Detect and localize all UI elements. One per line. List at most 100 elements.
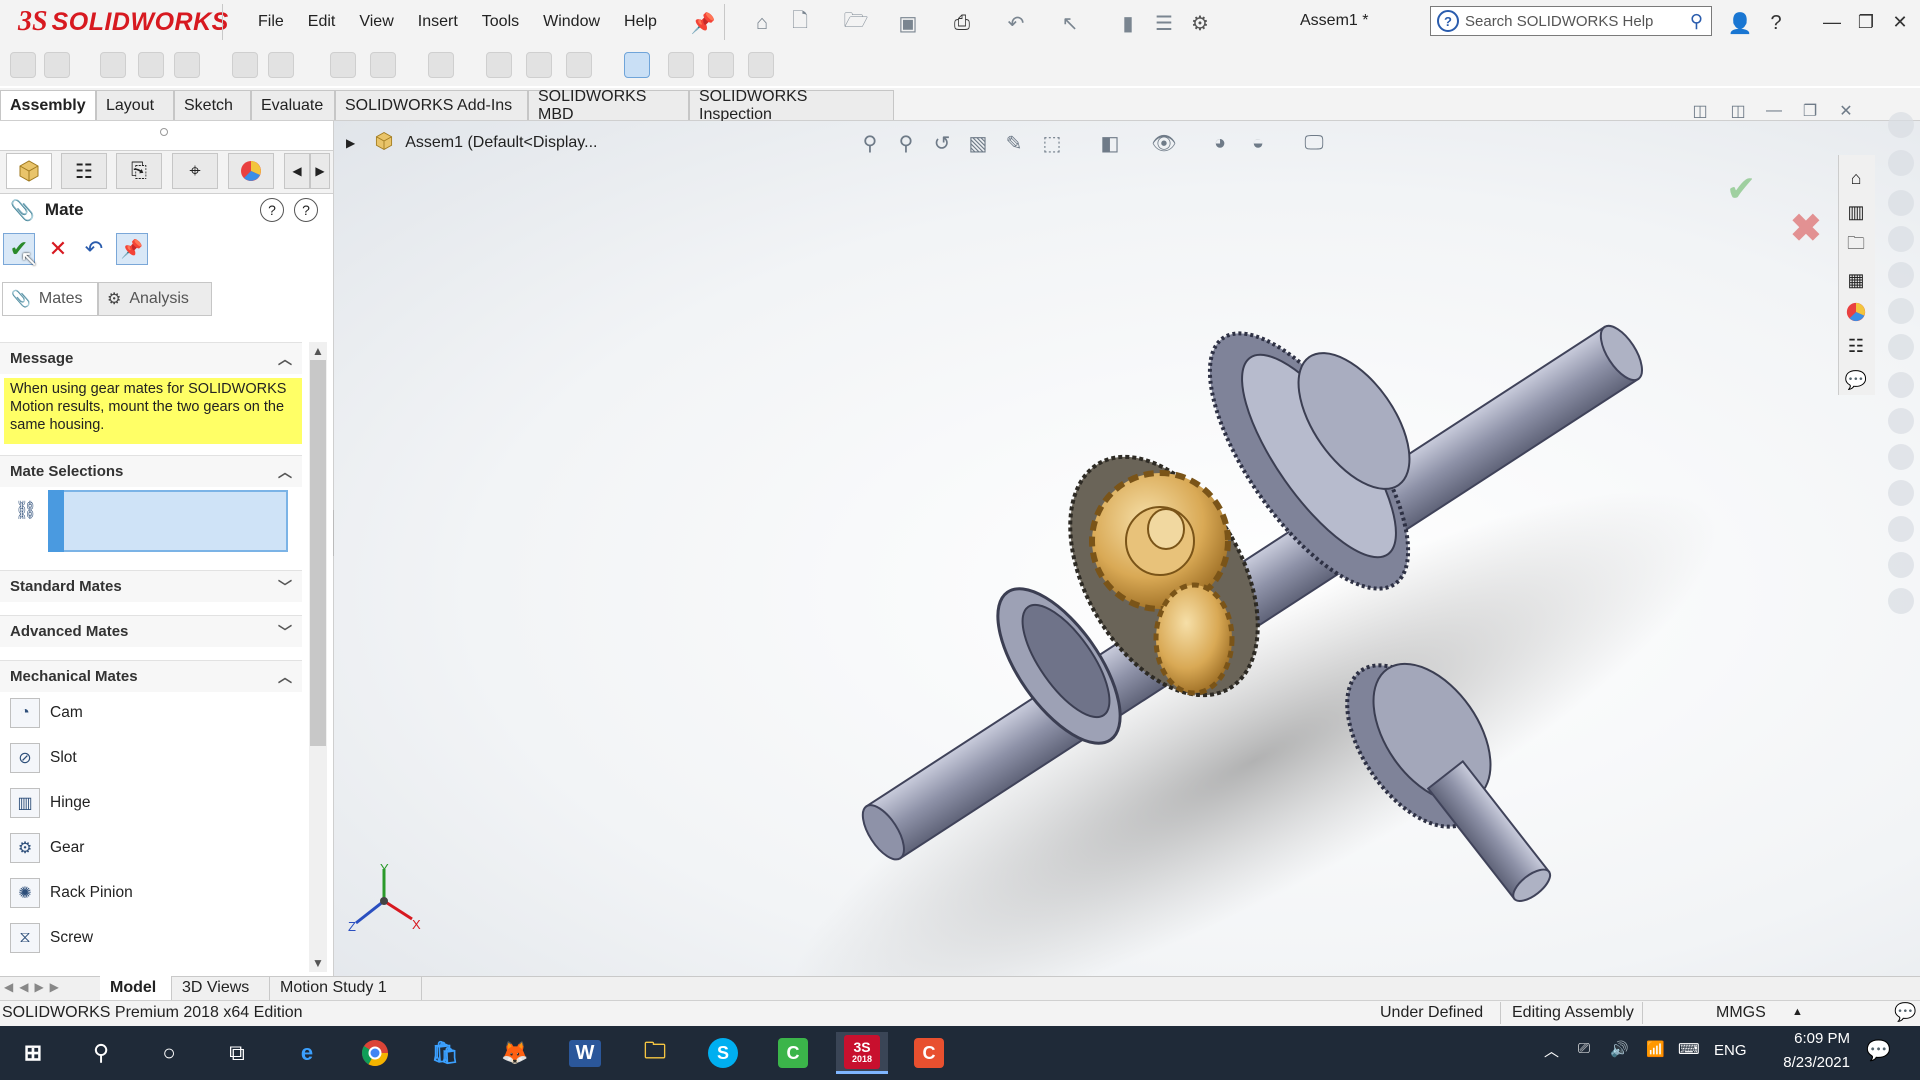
restore-icon[interactable]: ❐ [1852, 8, 1880, 36]
zoom-to-area-icon[interactable]: ⚲ [892, 130, 920, 156]
word-icon[interactable]: W [562, 1032, 608, 1074]
faded-tool-icon[interactable] [1888, 516, 1914, 542]
cortana-icon[interactable]: ○ [146, 1032, 192, 1074]
message-group-header[interactable]: Message ︿ [0, 342, 302, 374]
tab-assembly[interactable]: Assembly [0, 90, 96, 120]
windows-start-icon[interactable]: ⊞ [10, 1032, 56, 1074]
mate-option-slot[interactable]: ⊘ Slot [10, 741, 77, 775]
clock-date[interactable]: 8/23/2021 [1770, 1054, 1850, 1071]
view-palette-icon[interactable]: ▦ [1842, 266, 1870, 294]
zoom-to-fit-icon[interactable]: ⚲ [856, 130, 884, 156]
confirm-corner-check-icon[interactable]: ✔ [1726, 168, 1756, 210]
insert-components-icon[interactable] [10, 52, 36, 78]
network-icon[interactable]: 📶 [1646, 1040, 1665, 1058]
faded-tool-icon[interactable] [1888, 190, 1914, 216]
faded-tool-icon[interactable] [1888, 588, 1914, 614]
tab-solidworks-mbd[interactable]: SOLIDWORKS MBD [528, 88, 689, 123]
configuration-manager-tab-icon[interactable]: ⎘ [116, 153, 162, 189]
confirm-corner-cancel-icon[interactable]: ✖ [1790, 206, 1822, 251]
mate-option-gear[interactable]: ⚙ Gear [10, 831, 84, 865]
cancel-x-button[interactable]: ✕ [42, 233, 74, 265]
print-icon[interactable]: ⎙ [948, 9, 976, 37]
keep-visible-pin-button[interactable]: 📌 [116, 233, 148, 265]
menu-view[interactable]: View [347, 13, 405, 31]
options-gear-icon[interactable]: ⚙ [1186, 9, 1214, 37]
show-hidden-icon[interactable] [268, 52, 294, 78]
microsoft-store-icon[interactable]: 🛍 [422, 1032, 468, 1074]
dynamic-annotation-icon[interactable]: ✎ [1000, 130, 1028, 156]
undo-button[interactable]: ↶ [78, 233, 110, 265]
new-motion-study-icon[interactable] [428, 52, 454, 78]
open-folder-icon[interactable]: 🗁 [840, 9, 872, 37]
mate-option-screw[interactable]: ⧖ Screw [10, 921, 93, 955]
solidworks-taskbar-icon[interactable]: 3S 2018 [836, 1032, 888, 1074]
property-manager-tab-icon[interactable]: ☷ [61, 153, 107, 189]
custom-properties-icon[interactable]: ☷ [1842, 332, 1870, 360]
new-part-icon[interactable] [44, 52, 70, 78]
faded-tool-icon[interactable] [1888, 150, 1914, 176]
instant3d-icon[interactable] [624, 52, 650, 78]
standard-mates-group-header[interactable]: Standard Mates ﹀ [0, 570, 302, 602]
pin-menu-icon[interactable]: 📌 [690, 10, 716, 36]
undo-icon[interactable]: ↶ [1002, 9, 1030, 37]
advanced-mates-group-header[interactable]: Advanced Mates ﹀ [0, 615, 302, 647]
tab-evaluate[interactable]: Evaluate [251, 90, 335, 120]
minimize-icon[interactable]: — [1818, 8, 1846, 36]
scroll-down-icon[interactable]: ▼ [312, 956, 324, 970]
mate-selections-group-header[interactable]: Mate Selections ︿ [0, 455, 302, 487]
firefox-icon[interactable]: 🦊 [492, 1032, 538, 1074]
mate-option-hinge[interactable]: ▥ Hinge [10, 786, 91, 820]
feature-tree-flyout[interactable]: ▶ Assem1 (Default<Display... [346, 128, 597, 158]
apply-scene-icon[interactable]: ◒ [1244, 130, 1272, 156]
faded-tool-icon[interactable] [1888, 372, 1914, 398]
faded-tool-icon[interactable] [1888, 408, 1914, 434]
units-selector[interactable]: MMGS [1716, 1004, 1766, 1022]
clock-time[interactable]: 6:09 PM [1770, 1030, 1850, 1047]
update-speedpak-icon[interactable] [668, 52, 694, 78]
close-icon[interactable]: ✕ [1886, 8, 1914, 36]
mates-subtab[interactable]: 📎 Mates [2, 282, 98, 316]
save-icon[interactable]: ▣ [894, 9, 922, 37]
taskbar-search-icon[interactable]: ⚲ [78, 1032, 124, 1074]
skype-icon[interactable]: S [700, 1032, 746, 1074]
exploded-view-icon[interactable] [526, 52, 552, 78]
file-explorer-taskbar-icon[interactable]: 🗀 [632, 1032, 678, 1074]
assembly-model[interactable] [334, 121, 1920, 977]
menu-file[interactable]: File [246, 13, 296, 31]
expand-arrow-icon[interactable]: ▶ [346, 136, 355, 150]
view-orientation-icon[interactable]: ⬚ [1038, 130, 1066, 156]
view-settings-icon[interactable]: 🖵 [1300, 130, 1328, 156]
mechanical-mates-group-header[interactable]: Mechanical Mates ︿ [0, 660, 302, 692]
feature-manager-tab-icon[interactable] [6, 153, 52, 189]
tabs-scroll-right-icon[interactable]: ▶ [310, 153, 330, 189]
edge-icon[interactable]: e [284, 1032, 330, 1074]
select-arrow-icon[interactable]: ↖ [1056, 9, 1084, 37]
faded-tool-icon[interactable] [1888, 262, 1914, 288]
tray-device-icon[interactable]: ⎚ [1578, 1040, 1590, 1057]
reference-geometry-icon[interactable] [370, 52, 396, 78]
tab-layout[interactable]: Layout [96, 90, 174, 120]
mate-option-rack-pinion[interactable]: ✺ Rack Pinion [10, 876, 133, 910]
scroll-up-icon[interactable]: ▲ [312, 344, 324, 358]
bill-of-materials-icon[interactable] [486, 52, 512, 78]
camtasia-green-icon[interactable]: C [770, 1032, 816, 1074]
search-input[interactable]: Search SOLIDWORKS Help [1465, 13, 1690, 30]
entities-to-mate-field[interactable] [48, 490, 288, 552]
tab-solidworks-inspection[interactable]: SOLIDWORKS Inspection [689, 88, 894, 123]
menu-window[interactable]: Window [531, 13, 612, 31]
solidworks-logo[interactable]: 3S SOLIDWORKS [18, 4, 228, 40]
viewport-restore-icon[interactable]: ❐ [1796, 98, 1824, 124]
action-center-icon[interactable]: 💬 [1866, 1038, 1891, 1063]
solidworks-resources-icon[interactable]: ⌂ [1842, 164, 1870, 192]
large-assembly-mode-icon[interactable] [748, 52, 774, 78]
smart-fasteners-icon[interactable] [174, 52, 200, 78]
new-document-icon[interactable]: 🗋 [786, 9, 814, 37]
tray-expand-icon[interactable]: ︿ [1544, 1040, 1559, 1061]
file-properties-icon[interactable]: ☰ [1150, 9, 1178, 37]
linear-pattern-icon[interactable] [138, 52, 164, 78]
whats-wrong-icon[interactable]: ? [260, 198, 284, 222]
faded-tool-icon[interactable] [1888, 112, 1914, 138]
display-manager-tab-icon[interactable] [228, 153, 274, 189]
section-view-icon[interactable]: ▧ [964, 130, 992, 156]
analysis-subtab[interactable]: ⚙ Analysis [98, 282, 212, 316]
